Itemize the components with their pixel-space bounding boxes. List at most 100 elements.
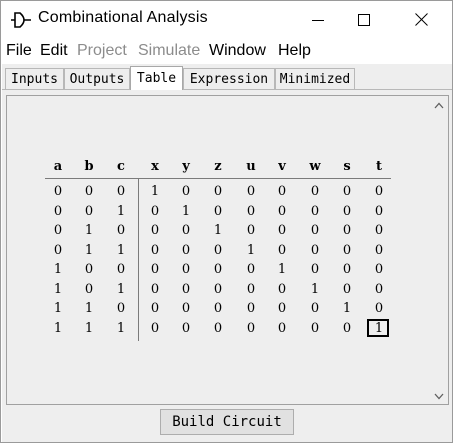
minimize-button[interactable]	[293, 1, 343, 38]
table-cell-a[interactable]: 0	[54, 223, 62, 238]
table-cell-t[interactable]: 0	[375, 223, 383, 238]
table-cell-w[interactable]: 0	[311, 321, 319, 336]
table-cell-t[interactable]: 0	[375, 243, 383, 258]
tab-table[interactable]: Table	[130, 66, 183, 90]
table-cell-c[interactable]: 1	[117, 321, 125, 336]
table-cell-x[interactable]: 0	[151, 301, 159, 316]
tab-inputs[interactable]: Inputs	[5, 68, 64, 89]
table-cell-s[interactable]: 0	[343, 282, 351, 297]
table-cell-s[interactable]: 0	[343, 204, 351, 219]
menu-window[interactable]: Window	[209, 42, 266, 60]
table-cell-b[interactable]: 1	[85, 301, 93, 316]
menu-project[interactable]: Project	[77, 42, 127, 60]
tab-expression[interactable]: Expression	[183, 68, 275, 89]
build-circuit-button[interactable]: Build Circuit	[160, 409, 294, 435]
table-cell-z[interactable]: 0	[214, 262, 222, 277]
table-cell-v[interactable]: 1	[278, 262, 286, 277]
table-cell-c[interactable]: 0	[117, 301, 125, 316]
table-cell-a[interactable]: 0	[54, 184, 62, 199]
table-cell-s[interactable]: 0	[343, 223, 351, 238]
table-cell-c[interactable]: 0	[117, 262, 125, 277]
table-cell-y[interactable]: 1	[182, 204, 190, 219]
table-cell-w[interactable]: 0	[311, 223, 319, 238]
table-cell-y[interactable]: 0	[182, 243, 190, 258]
table-cell-w[interactable]: 0	[311, 301, 319, 316]
table-cell-b[interactable]: 1	[85, 321, 93, 336]
table-cell-u[interactable]: 0	[247, 223, 255, 238]
table-cell-v[interactable]: 0	[278, 204, 286, 219]
menu-simulate[interactable]: Simulate	[138, 42, 200, 60]
menu-file[interactable]: File	[6, 42, 32, 60]
table-cell-z[interactable]: 0	[214, 321, 222, 336]
table-cell-t[interactable]: 0	[375, 262, 383, 277]
table-cell-b[interactable]: 1	[85, 223, 93, 238]
table-cell-b[interactable]: 0	[85, 204, 93, 219]
table-cell-v[interactable]: 0	[278, 321, 286, 336]
table-cell-c[interactable]: 1	[117, 204, 125, 219]
table-cell-a[interactable]: 1	[54, 262, 62, 277]
table-cell-c[interactable]: 1	[117, 243, 125, 258]
table-cell-c[interactable]: 0	[117, 223, 125, 238]
table-cell-u[interactable]: 0	[247, 262, 255, 277]
table-cell-s[interactable]: 0	[343, 321, 351, 336]
table-cell-y[interactable]: 0	[182, 301, 190, 316]
menu-help[interactable]: Help	[278, 42, 311, 60]
table-cell-x[interactable]: 0	[151, 223, 159, 238]
table-cell-x[interactable]: 0	[151, 243, 159, 258]
table-cell-b[interactable]: 1	[85, 243, 93, 258]
table-cell-t[interactable]: 0	[375, 184, 383, 199]
table-cell-b[interactable]: 0	[85, 282, 93, 297]
title-bar[interactable]: Combinational Analysis	[1, 1, 452, 38]
table-cell-u[interactable]: 0	[247, 301, 255, 316]
table-cell-a[interactable]: 0	[54, 243, 62, 258]
table-cell-x[interactable]: 0	[151, 204, 159, 219]
table-cell-x[interactable]: 1	[151, 184, 159, 199]
table-cell-x[interactable]: 0	[151, 321, 159, 336]
table-cell-s[interactable]: 0	[343, 184, 351, 199]
table-cell-z[interactable]: 0	[214, 204, 222, 219]
table-cell-b[interactable]: 0	[85, 184, 93, 199]
table-cell-u[interactable]: 0	[247, 282, 255, 297]
table-cell-a[interactable]: 1	[54, 282, 62, 297]
table-cell-w[interactable]: 0	[311, 184, 319, 199]
table-cell-z[interactable]: 0	[214, 243, 222, 258]
table-cell-a[interactable]: 1	[54, 321, 62, 336]
table-cell-s[interactable]: 0	[343, 262, 351, 277]
table-cell-w[interactable]: 1	[311, 282, 319, 297]
menu-edit[interactable]: Edit	[40, 42, 68, 60]
table-cell-u[interactable]: 0	[247, 204, 255, 219]
tab-outputs[interactable]: Outputs	[64, 68, 130, 89]
table-cell-y[interactable]: 0	[182, 282, 190, 297]
table-cell-z[interactable]: 1	[214, 223, 222, 238]
table-cell-y[interactable]: 0	[182, 321, 190, 336]
table-cell-a[interactable]: 1	[54, 301, 62, 316]
table-cell-z[interactable]: 0	[214, 282, 222, 297]
table-cell-z[interactable]: 0	[214, 301, 222, 316]
table-cell-v[interactable]: 0	[278, 184, 286, 199]
truth-table[interactable]: a b c x y z u v w s t 0 0 0 1 0 0 0 0 0 0 0 0 0 1 0 1 0 0 0 0 0 0 0 1 0 0 0 1 0…	[7, 96, 448, 404]
table-cell-v[interactable]: 0	[278, 243, 286, 258]
close-button[interactable]	[396, 1, 446, 38]
tab-minimized[interactable]: Minimized	[275, 68, 355, 89]
table-cell-s[interactable]: 1	[343, 301, 351, 316]
table-cell-b[interactable]: 0	[85, 262, 93, 277]
table-cell-x[interactable]: 0	[151, 262, 159, 277]
table-cell-t[interactable]: 0	[375, 282, 383, 297]
table-cell-c[interactable]: 1	[117, 282, 125, 297]
table-cell-x[interactable]: 0	[151, 282, 159, 297]
table-cell-v[interactable]: 0	[278, 282, 286, 297]
table-cell-v[interactable]: 0	[278, 223, 286, 238]
table-cell-t[interactable]: 0	[375, 301, 383, 316]
table-cell-z[interactable]: 0	[214, 184, 222, 199]
table-cell-w[interactable]: 0	[311, 262, 319, 277]
table-cell-w[interactable]: 0	[311, 204, 319, 219]
table-cell-y[interactable]: 0	[182, 223, 190, 238]
table-cell-v[interactable]: 0	[278, 301, 286, 316]
table-cell-s[interactable]: 0	[343, 243, 351, 258]
table-cell-t[interactable]: 0	[375, 204, 383, 219]
table-cell-y[interactable]: 0	[182, 184, 190, 199]
table-cell-a[interactable]: 0	[54, 204, 62, 219]
table-cell-w[interactable]: 0	[311, 243, 319, 258]
table-cell-u[interactable]: 1	[247, 243, 255, 258]
table-cell-y[interactable]: 0	[182, 262, 190, 277]
